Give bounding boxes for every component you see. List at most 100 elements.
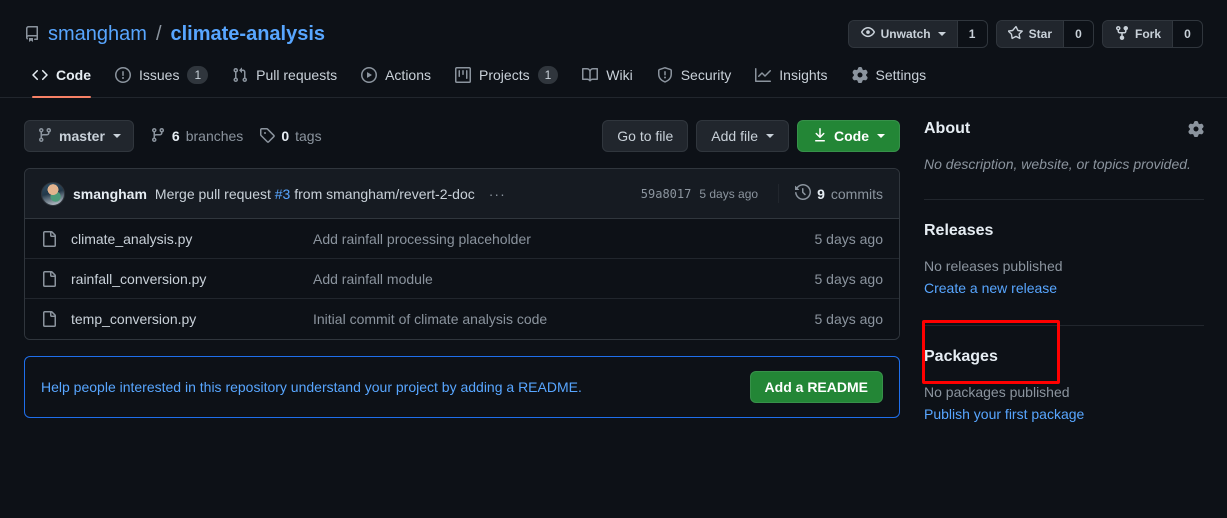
tab-wiki-label: Wiki (606, 67, 633, 83)
commit-pr-link[interactable]: #3 (275, 186, 291, 202)
table-row[interactable]: rainfall_conversion.py Add rainfall modu… (25, 259, 899, 299)
repo-header-actions: Unwatch 1 Star 0 Fork 0 (847, 20, 1203, 48)
repo-owner-link[interactable]: smangham (48, 23, 147, 46)
file-icon (41, 311, 57, 327)
chevron-down-icon (937, 32, 946, 36)
about-description: No description, website, or topics provi… (924, 156, 1191, 172)
commits-history-link[interactable]: 9 commits (778, 183, 883, 203)
tab-settings-label: Settings (875, 67, 927, 83)
commits-label: commits (830, 185, 883, 202)
tab-issues-label: Issues (139, 67, 180, 83)
gear-icon[interactable] (1188, 121, 1204, 137)
tab-issues[interactable]: Issues 1 (107, 52, 216, 98)
main-column: master 6 branches 0 tags Go to file Add … (24, 120, 900, 426)
tab-actions-label: Actions (385, 67, 432, 83)
publish-package-link[interactable]: Publish your first package (924, 404, 1204, 426)
pull-request-icon (232, 67, 248, 83)
tab-actions[interactable]: Actions (353, 52, 439, 98)
fork-button-group: Fork 0 (1101, 20, 1203, 48)
book-icon (582, 67, 599, 83)
file-name-link[interactable]: climate_analysis.py (71, 231, 192, 247)
fork-button[interactable]: Fork (1102, 21, 1172, 47)
commit-author[interactable]: smangham (73, 186, 147, 202)
tab-pull-requests-label: Pull requests (256, 67, 338, 83)
sidebar: About No description, website, or topics… (924, 120, 1204, 426)
branches-label: branches (185, 128, 244, 144)
file-commit-message[interactable]: Initial commit of climate analysis code (313, 311, 815, 327)
watch-count[interactable]: 1 (956, 21, 987, 47)
add-file-label: Add file (711, 128, 758, 144)
star-icon (1007, 25, 1024, 44)
commits-count: 9 (817, 185, 825, 202)
eye-icon (860, 25, 876, 44)
project-icon (455, 67, 472, 83)
file-commit-message[interactable]: Add rainfall module (313, 271, 815, 287)
branches-link[interactable]: 6 branches (150, 127, 243, 146)
tab-code[interactable]: Code (24, 52, 99, 98)
add-readme-banner-text[interactable]: Help people interested in this repositor… (41, 379, 582, 395)
about-title: About (924, 120, 971, 137)
branch-icon (150, 127, 166, 146)
repo-icon (24, 26, 40, 42)
star-button-group: Star 0 (995, 20, 1094, 48)
avatar (41, 181, 65, 206)
tag-icon (259, 127, 276, 146)
file-icon (41, 270, 57, 287)
tab-settings[interactable]: Settings (844, 52, 935, 98)
releases-empty-text: No releases published (924, 258, 1063, 274)
latest-commit-row: smangham Merge pull request #3 from sman… (25, 169, 899, 219)
branch-selector[interactable]: master (24, 120, 134, 152)
download-icon (812, 127, 828, 146)
chevron-down-icon (877, 134, 885, 138)
tab-projects-label: Projects (479, 67, 530, 83)
play-icon (361, 67, 378, 83)
file-commit-message[interactable]: Add rainfall processing placeholder (313, 231, 815, 247)
gear-icon (851, 67, 868, 83)
code-button-label: Code (834, 128, 869, 144)
file-name-link[interactable]: rainfall_conversion.py (71, 271, 206, 287)
table-row[interactable]: climate_analysis.py Add rainfall process… (25, 219, 899, 259)
add-readme-button[interactable]: Add a README (749, 371, 883, 403)
add-file-button[interactable]: Add file (696, 120, 789, 152)
repo-nav: Code Issues 1 Pull requests Actions Proj… (0, 52, 1227, 98)
tab-security[interactable]: Security (649, 52, 740, 98)
tab-insights[interactable]: Insights (747, 52, 835, 98)
branches-count: 6 (171, 128, 180, 144)
repo-name-link[interactable]: climate-analysis (171, 23, 326, 46)
unwatch-button[interactable]: Unwatch (848, 21, 957, 47)
create-release-link[interactable]: Create a new release (924, 278, 1204, 300)
branch-toolbar: master 6 branches 0 tags Go to file Add … (24, 120, 900, 152)
file-name-cell: temp_conversion.py (41, 311, 313, 327)
tab-projects[interactable]: Projects 1 (447, 52, 566, 98)
fork-count[interactable]: 0 (1172, 21, 1202, 47)
repo-actions: Go to file Add file Code (602, 120, 900, 152)
branch-name: master (59, 128, 105, 144)
commit-message-suffix: from smangham/revert-2-doc (290, 185, 475, 202)
star-count[interactable]: 0 (1062, 21, 1093, 47)
table-row[interactable]: temp_conversion.py Initial commit of cli… (25, 299, 899, 339)
tab-wiki[interactable]: Wiki (574, 52, 640, 98)
releases-empty-block: No releases published Create a new relea… (924, 256, 1204, 299)
tab-projects-count: 1 (537, 66, 559, 84)
file-name-link[interactable]: temp_conversion.py (71, 311, 196, 327)
tab-pull-requests[interactable]: Pull requests (224, 52, 345, 98)
repo-header: smangham / climate-analysis Unwatch 1 St… (0, 0, 1227, 52)
fork-icon (1114, 25, 1130, 44)
releases-heading: Releases (924, 222, 1204, 240)
commit-sha[interactable]: 59a8017 (641, 187, 692, 201)
file-age: 5 days ago (814, 270, 884, 287)
chevron-down-icon (112, 134, 121, 138)
star-button[interactable]: Star (996, 21, 1063, 47)
packages-section: Packages No packages published Publish y… (924, 348, 1204, 425)
code-download-button[interactable]: Code (797, 120, 900, 152)
commit-expand-button[interactable]: ··· (483, 187, 512, 201)
about-section: About No description, website, or topics… (924, 120, 1204, 175)
issue-icon (115, 67, 131, 83)
tags-link[interactable]: 0 tags (259, 127, 322, 146)
about-heading: About (924, 120, 1204, 138)
add-readme-banner: Help people interested in this repositor… (24, 356, 900, 418)
commit-message[interactable]: Merge pull request #3 from smangham/reve… (155, 186, 475, 202)
go-to-file-button[interactable]: Go to file (602, 120, 689, 152)
releases-title: Releases (924, 222, 994, 239)
watch-button-group: Unwatch 1 (847, 20, 988, 48)
